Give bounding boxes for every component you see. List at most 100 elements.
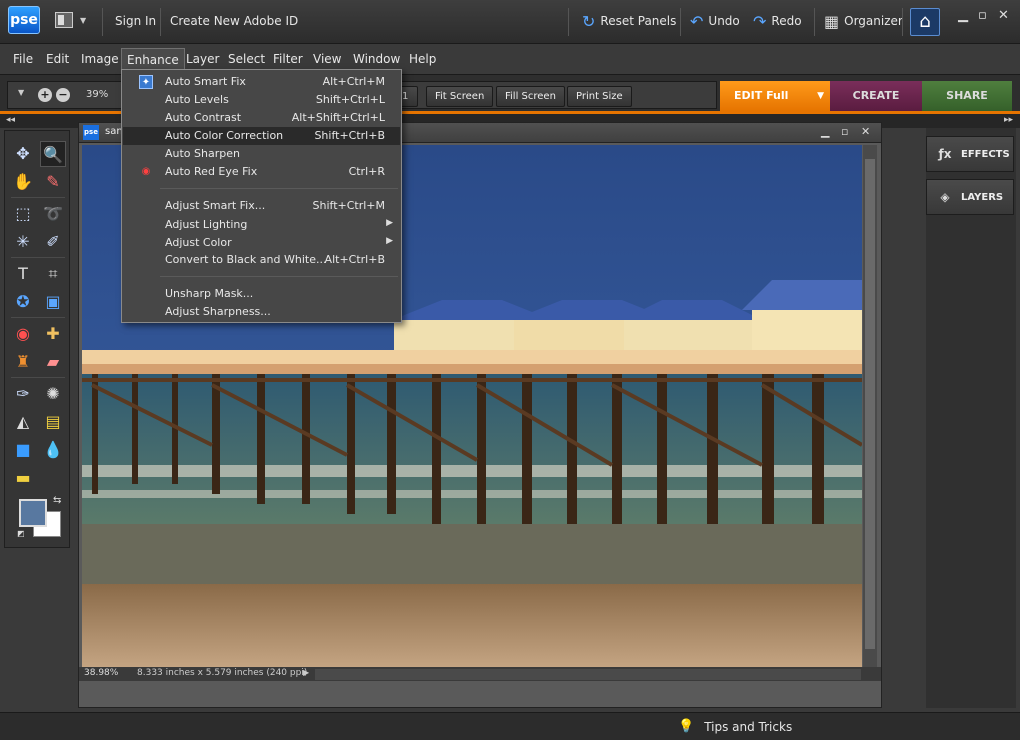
status-menu-arrow-icon[interactable]: ▶ [303,668,309,677]
vertical-scrollbar[interactable] [863,145,877,667]
tips-and-tricks-button[interactable]: 💡 Tips and Tricks [678,719,792,734]
home-button[interactable]: ⌂ [910,8,940,36]
tab-share[interactable]: SHARE [922,81,1012,111]
close-button[interactable]: ✕ [998,8,1009,23]
document-size-status: 8.333 inches x 5.579 inches (240 ppi) [137,668,308,678]
toolbox: ✥ 🔍 ✋ ✎ ⬚ ➰ ✳ ✐ T ⌗ ✪ ▣ ◉ ✚ ♜ ▰ ✑ ✺ ◭ ▤ … [4,130,70,548]
smart-brush-tool-icon[interactable]: ✺ [40,381,66,407]
divider [11,257,65,258]
hand-tool-icon[interactable]: ✋ [10,169,36,195]
menu-item-adjust-color[interactable]: Adjust Color ▶ [123,234,400,252]
tab-edit[interactable]: EDIT Full ▼ [720,81,830,111]
clone-stamp-tool-icon[interactable]: ♜ [10,349,36,375]
menu-item-auto-color-correction[interactable]: Auto Color Correction Shift+Ctrl+B [123,127,400,145]
gradient-tool-icon[interactable]: ▤ [40,409,66,435]
maximize-button[interactable]: ▫ [978,8,987,23]
doc-maximize-button[interactable]: ▫ [841,125,848,138]
menu-item-adjust-smart-fix[interactable]: Adjust Smart Fix... Shift+Ctrl+M [123,197,400,215]
blur-tool-icon[interactable]: 💧 [40,437,66,463]
move-tool-icon[interactable]: ✥ [10,141,36,167]
shape-tool-icon[interactable]: ■ [10,437,36,463]
collapse-toolbox-icon[interactable]: ◂◂ [6,115,15,125]
magic-wand-tool-icon[interactable]: ✳ [10,229,36,255]
scroll-thumb[interactable] [865,159,875,649]
type-tool-icon[interactable]: T [10,261,36,287]
menu-item-adjust-sharpness[interactable]: Adjust Sharpness... [123,303,400,321]
divider [11,317,65,318]
sign-in-link[interactable]: Sign In [115,14,156,28]
menu-item-auto-levels[interactable]: Auto Levels Shift+Ctrl+L [123,91,400,109]
default-colors-icon[interactable]: ◩ [17,529,25,538]
chevron-down-icon: ▼ [80,16,87,25]
menu-item-auto-sharpen[interactable]: Auto Sharpen [123,145,400,163]
reset-icon: ↻ [582,11,596,31]
quick-selection-tool-icon[interactable]: ✐ [40,229,66,255]
layers-panel-button[interactable]: ◈ LAYERS [926,179,1014,215]
menu-item-auto-contrast[interactable]: Auto Contrast Alt+Shift+Ctrl+L [123,109,400,127]
red-eye-tool-icon[interactable]: ◉ [10,321,36,347]
cookie-cutter-tool-icon[interactable]: ✪ [10,289,36,315]
layout-icon [55,12,73,28]
undo-button[interactable]: ↶ Undo [690,10,740,32]
healing-brush-tool-icon[interactable]: ✚ [40,321,66,347]
print-size-button[interactable]: Print Size [567,86,632,107]
menu-select[interactable]: Select [223,52,270,66]
menu-layer[interactable]: Layer [181,52,224,66]
doc-minimize-button[interactable]: ▁ [821,125,829,138]
collapse-panels-icon[interactable]: ▸▸ [1004,115,1013,125]
minimize-button[interactable]: ▁ [958,8,968,23]
eyedropper-tool-icon[interactable]: ✎ [40,169,66,195]
menu-divider [160,188,398,189]
fill-screen-button[interactable]: Fill Screen [496,86,565,107]
menu-item-adjust-lighting[interactable]: Adjust Lighting ▶ [123,216,400,234]
chevron-down-icon[interactable]: ▼ [817,81,824,111]
foreground-color-swatch[interactable] [19,499,47,527]
horizontal-scrollbar[interactable] [315,669,861,680]
redo-button[interactable]: ↷ Redo [753,10,802,32]
undo-label: Undo [708,14,740,28]
menu-help[interactable]: Help [404,52,441,66]
menu-item-auto-smart-fix[interactable]: ✦ Auto Smart Fix Alt+Ctrl+M [123,73,400,91]
divider [902,8,903,36]
eraser-tool-icon[interactable]: ▰ [40,349,66,375]
doc-close-button[interactable]: ✕ [861,125,870,138]
tool-preset-chevron-icon[interactable]: ▼ [18,88,24,97]
home-icon: ⌂ [919,11,931,32]
brush-tool-icon[interactable]: ✑ [10,381,36,407]
straighten-tool-icon[interactable]: ▣ [40,289,66,315]
menu-file[interactable]: File [8,52,38,66]
menu-edit[interactable]: Edit [41,52,74,66]
menu-view[interactable]: View [308,52,346,66]
menu-item-auto-red-eye-fix[interactable]: ◉ Auto Red Eye Fix Ctrl+R [123,163,400,181]
paint-bucket-tool-icon[interactable]: ◭ [10,409,36,435]
swap-colors-icon[interactable]: ⇆ [53,495,61,506]
sponge-tool-icon[interactable]: ▬ [10,465,36,491]
menu-item-convert-black-white[interactable]: Convert to Black and White... Alt+Ctrl+B [123,251,400,269]
create-adobe-id-link[interactable]: Create New Adobe ID [170,14,298,28]
zoom-tool-icon[interactable]: 🔍 [40,141,66,167]
zoom-input[interactable]: 39% [86,86,116,104]
menu-item-unsharp-mask[interactable]: Unsharp Mask... [123,285,400,303]
menu-image[interactable]: Image [76,52,124,66]
bottom-bar: 💡 Tips and Tricks [0,712,1020,740]
layers-icon: ◈ [940,190,950,204]
zoom-status[interactable]: 38.98% [84,668,118,678]
menu-filter[interactable]: Filter [268,52,308,66]
smart-fix-icon: ✦ [139,75,153,89]
divider [568,8,569,36]
organizer-button[interactable]: ▦ Organizer [824,10,903,32]
divider [11,377,65,378]
zoom-out-icon[interactable]: − [56,88,70,102]
fit-screen-button[interactable]: Fit Screen [426,86,494,107]
reset-panels-button[interactable]: ↻ Reset Panels [582,10,676,32]
lasso-tool-icon[interactable]: ➰ [40,201,66,227]
tab-edit-label: EDIT Full [734,89,789,102]
zoom-in-icon[interactable]: + [38,88,52,102]
menu-window[interactable]: Window [348,52,405,66]
layout-menu-button[interactable]: ▼ [55,12,89,30]
tab-create[interactable]: CREATE [830,81,922,111]
effects-panel-button[interactable]: ƒx EFFECTS [926,136,1014,172]
crop-tool-icon[interactable]: ⌗ [40,261,66,287]
marquee-tool-icon[interactable]: ⬚ [10,201,36,227]
submenu-arrow-icon: ▶ [386,218,393,228]
